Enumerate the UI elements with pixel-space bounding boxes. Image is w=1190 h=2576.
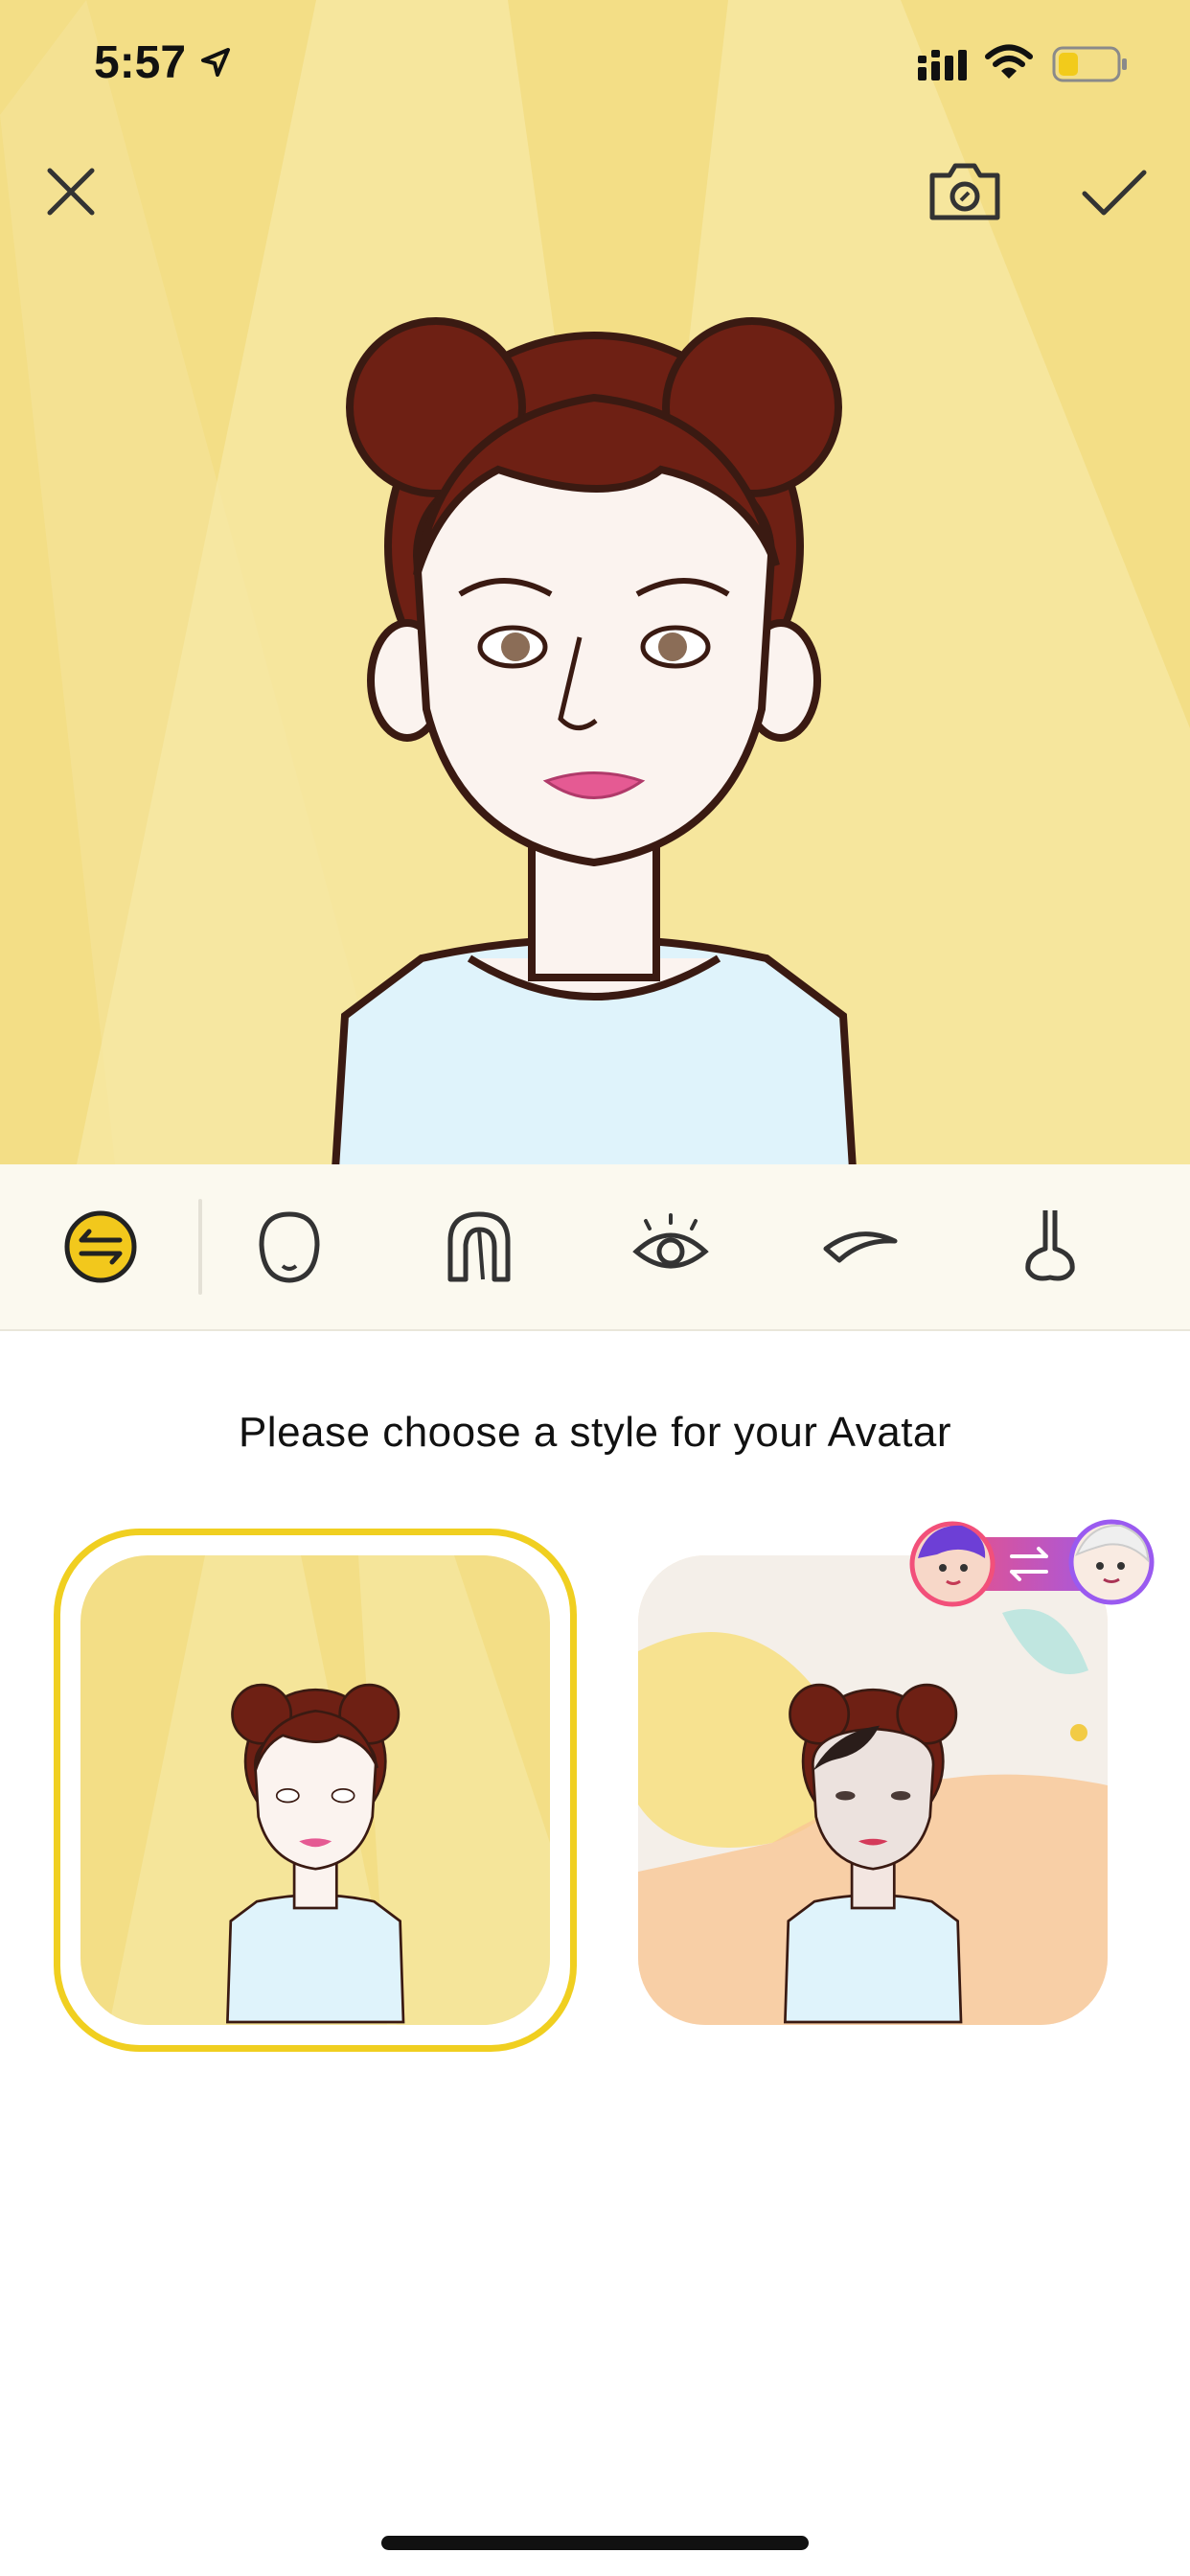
cartoon-style-thumbnail	[80, 1555, 550, 2025]
close-icon	[47, 168, 95, 216]
eye-icon	[632, 1213, 709, 1269]
eyebrow-icon	[823, 1231, 898, 1263]
camera-button[interactable]	[917, 144, 1013, 240]
avatar-stage: 5:57	[0, 0, 1190, 1164]
status-bar: 5:57	[0, 0, 1190, 125]
signal-icon	[918, 50, 967, 80]
style-picker-title: Please choose a style for your Avatar	[238, 1409, 952, 1456]
avatar-preview	[332, 317, 857, 1164]
tool-hair[interactable]	[431, 1199, 527, 1295]
cartoon-avatar-thumbnail	[109, 1555, 550, 2025]
face-outline-icon	[259, 1211, 320, 1283]
close-button[interactable]	[23, 144, 119, 240]
status-time: 5:57	[94, 37, 187, 88]
tool-face-shape[interactable]	[241, 1199, 337, 1295]
tool-swap-style[interactable]	[53, 1199, 149, 1295]
wifi-icon	[985, 44, 1033, 79]
home-indicator[interactable]	[381, 2536, 809, 2550]
style-option-photo[interactable]	[638, 1555, 1108, 2025]
tool-nose[interactable]	[1002, 1199, 1098, 1295]
tool-eyebrows[interactable]	[812, 1199, 908, 1295]
checkmark-icon	[1082, 170, 1147, 216]
location-arrow-icon	[201, 48, 230, 77]
confirm-button[interactable]	[1066, 144, 1162, 240]
feature-toolbar	[0, 1164, 1190, 1331]
toolbar-divider	[198, 1199, 202, 1295]
swap-arrows-icon	[64, 1210, 137, 1283]
photo-avatar-thumbnail	[638, 1555, 1108, 2025]
face-swap-badge-icon	[909, 1519, 1155, 1607]
nose-icon	[1025, 1210, 1075, 1281]
camera-icon	[929, 163, 1000, 220]
battery-icon	[1052, 46, 1127, 82]
hair-icon	[447, 1211, 511, 1282]
tool-eyes[interactable]	[623, 1199, 719, 1295]
